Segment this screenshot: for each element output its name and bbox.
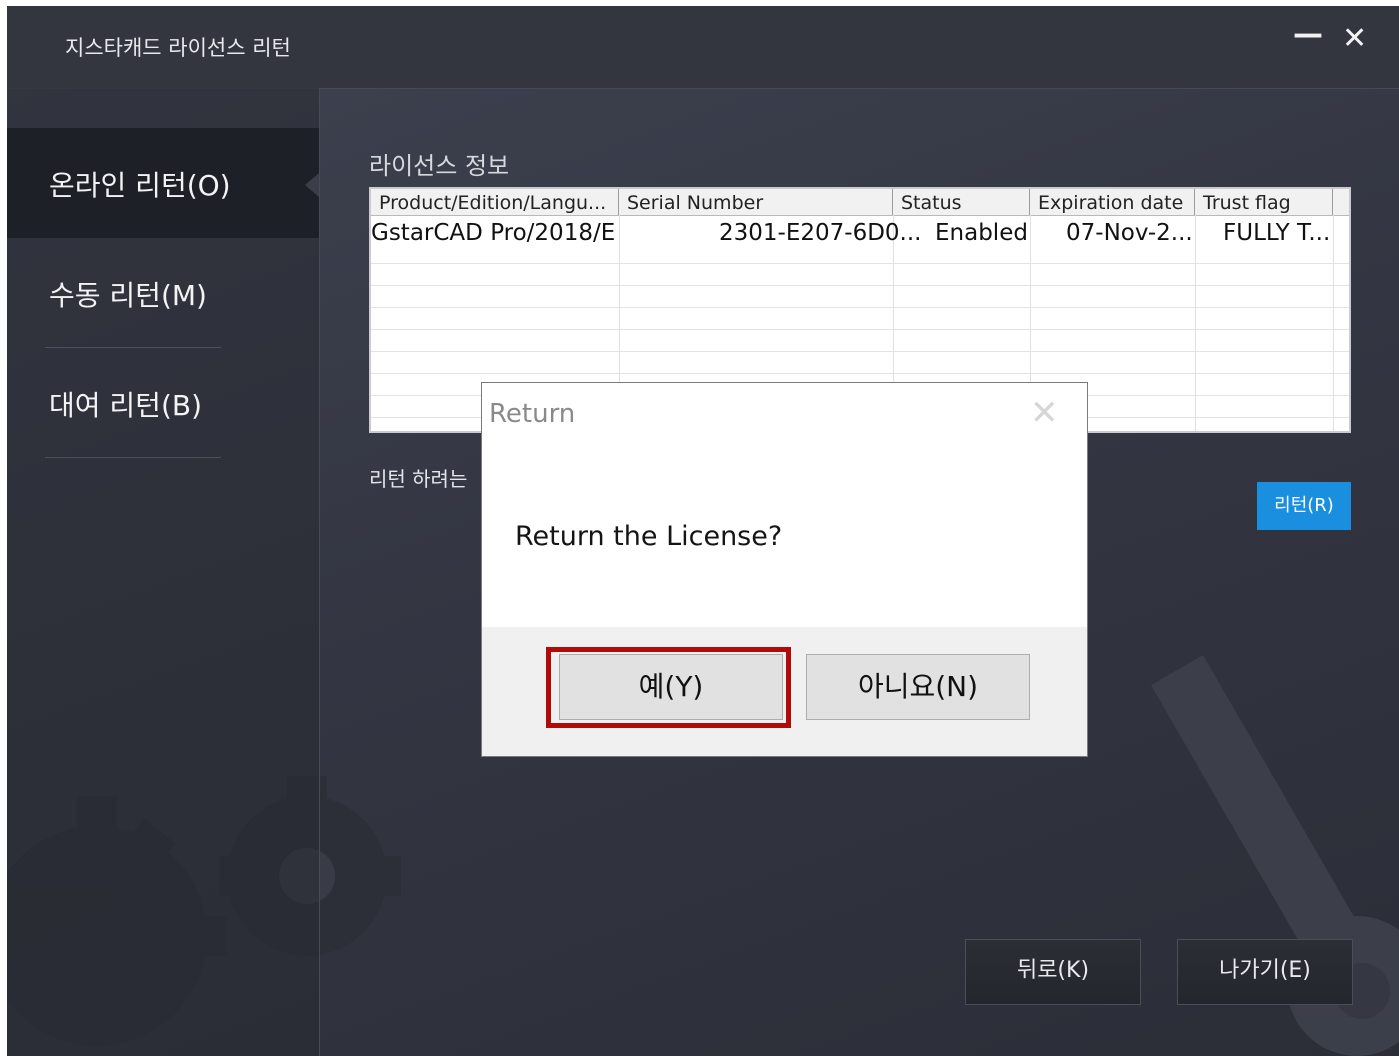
table-row[interactable]: GstarCAD Pro/2018/ENG_KOR 2301-E207-6D0.…: [371, 215, 1349, 264]
title-bar: 지스타캐드 라이선스 리턴 — ✕: [7, 6, 1399, 89]
column-header-product[interactable]: Product/Edition/Langu...: [371, 189, 619, 215]
sidebar-divider: [45, 457, 221, 458]
table-row-empty: [371, 285, 1349, 308]
sidebar-item-label: 수동 리턴(M): [49, 279, 207, 312]
sidebar-item-online-return[interactable]: 온라인 리턴(O): [7, 128, 319, 238]
close-button[interactable]: ✕: [1342, 24, 1367, 54]
dialog-close-icon[interactable]: ✕: [1030, 393, 1059, 433]
table-header: Product/Edition/Langu... Serial Number S…: [371, 189, 1349, 216]
minimize-button[interactable]: —: [1293, 20, 1323, 50]
table-row-empty: [371, 307, 1349, 330]
sidebar-item-label: 온라인 리턴(O): [49, 169, 231, 202]
cell-trust: FULLY T...: [1223, 220, 1331, 246]
sidebar: 온라인 리턴(O) 수동 리턴(M) 대여 리턴(B): [7, 88, 320, 1056]
table-row-empty: [371, 263, 1349, 286]
return-button[interactable]: 리턴(R): [1257, 482, 1351, 530]
cell-expiration: 07-Nov-2...: [1066, 220, 1193, 246]
hint-text: 리턴 하려는: [369, 467, 468, 491]
table-row-empty: [371, 351, 1349, 374]
dialog-title: Return: [489, 399, 576, 429]
sidebar-item-borrow-return[interactable]: 대여 리턴(B): [7, 348, 319, 458]
column-header-expiration[interactable]: Expiration date: [1030, 189, 1195, 215]
cell-serial: 2301-E207-6D0...: [719, 220, 919, 246]
dialog-footer: 예(Y) 아니요(N): [482, 627, 1087, 756]
no-button[interactable]: 아니요(N): [806, 654, 1030, 720]
sidebar-item-manual-return[interactable]: 수동 리턴(M): [7, 238, 319, 348]
window-title: 지스타캐드 라이선스 리턴: [65, 36, 291, 60]
column-header-serial[interactable]: Serial Number: [619, 189, 893, 215]
sidebar-item-label: 대여 리턴(B): [49, 389, 202, 422]
exit-button[interactable]: 나가기(E): [1177, 939, 1353, 1005]
cell-product: GstarCAD Pro/2018/ENG_KOR: [371, 220, 615, 246]
return-dialog: Return ✕ Return the License? 예(Y) 아니요(N): [481, 382, 1088, 757]
cell-status: Enabled: [935, 220, 1028, 246]
column-header-status[interactable]: Status: [893, 189, 1030, 215]
back-button[interactable]: 뒤로(K): [965, 939, 1141, 1005]
dialog-message: Return the License?: [515, 521, 783, 552]
column-header-trust[interactable]: Trust flag: [1195, 189, 1333, 215]
yes-button[interactable]: 예(Y): [559, 654, 783, 720]
table-row-empty: [371, 329, 1349, 352]
section-title: 라이선스 정보: [369, 152, 510, 180]
